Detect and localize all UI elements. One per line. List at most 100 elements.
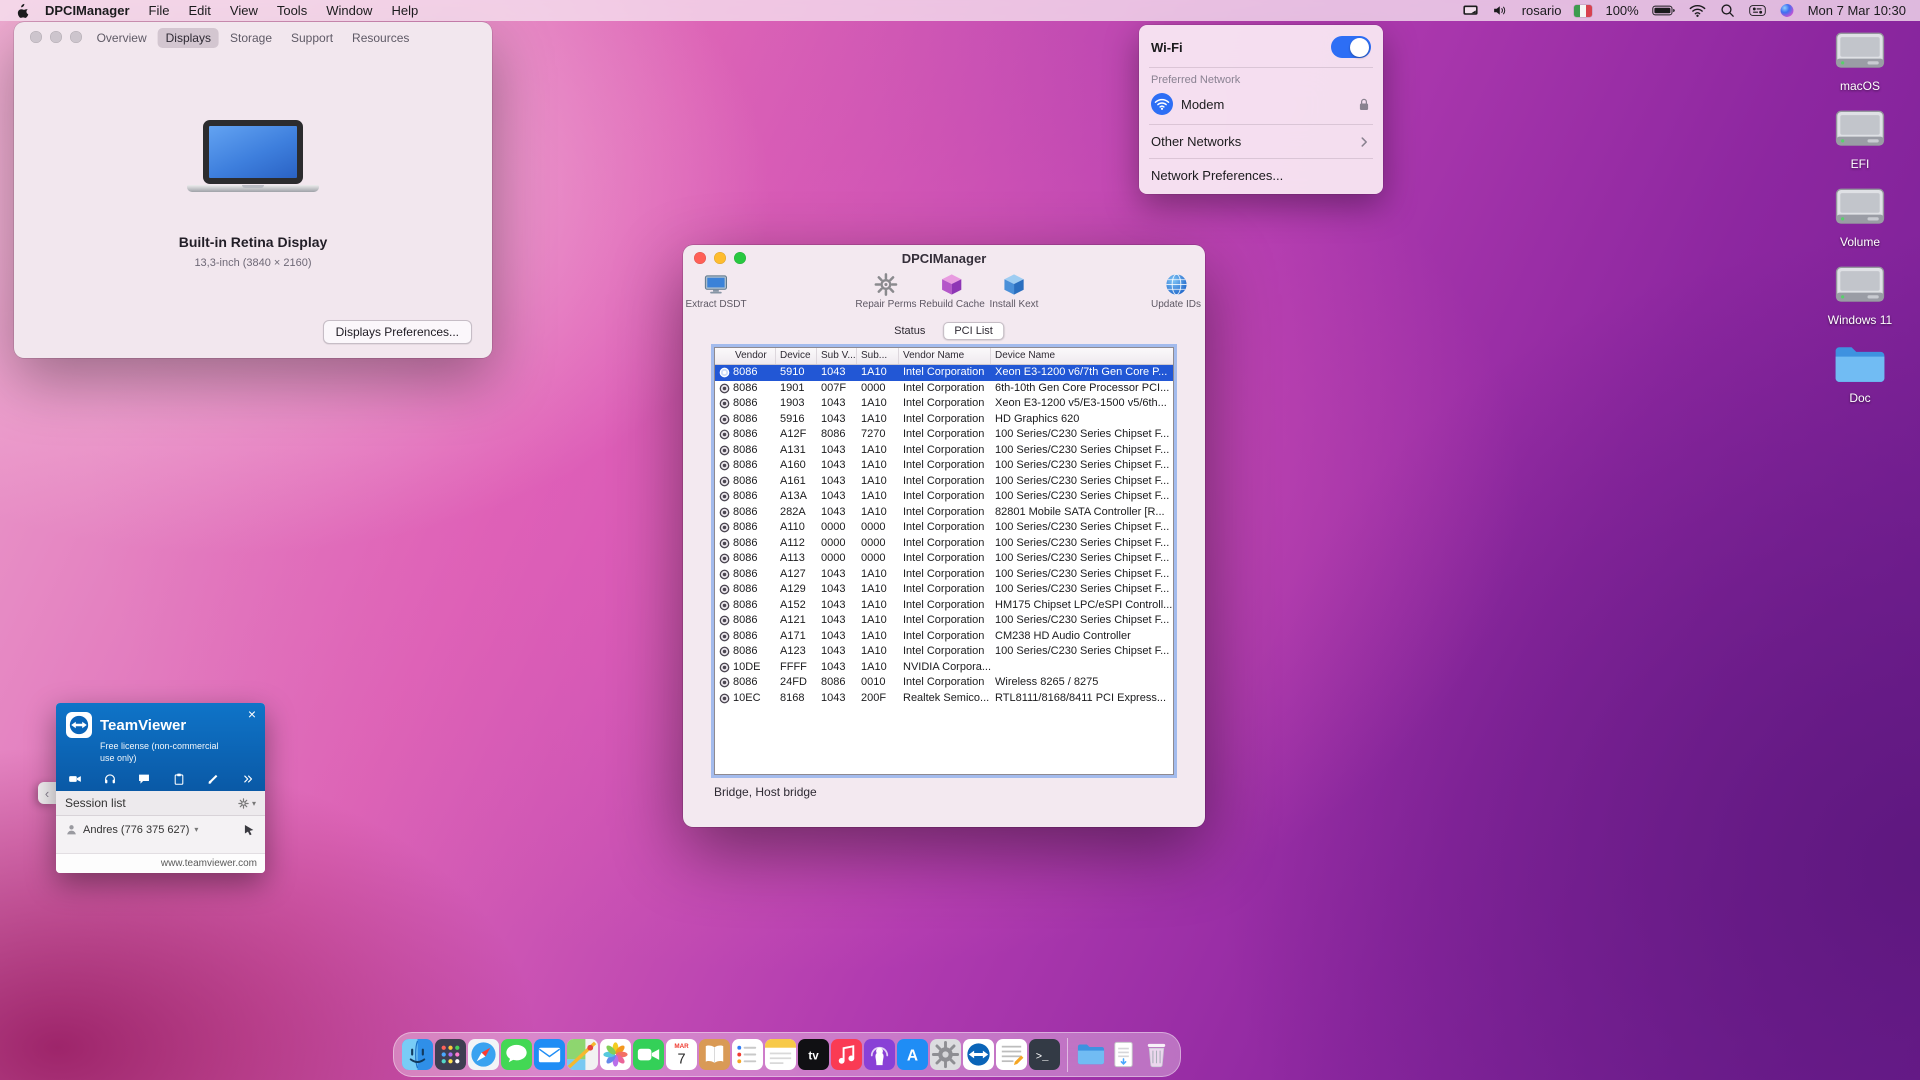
network-item-modem[interactable]: Modem <box>1139 89 1383 119</box>
dock-notes-icon[interactable] <box>765 1039 796 1070</box>
column-header-1[interactable]: Device <box>776 348 817 364</box>
pci-row[interactable]: 808624FD80860010Intel CorporationWireles… <box>715 675 1173 691</box>
dock-maps-icon[interactable] <box>567 1039 598 1070</box>
brush-icon[interactable] <box>206 772 220 786</box>
displays-tab-support[interactable]: Support <box>283 28 341 48</box>
dock-books-icon[interactable] <box>699 1039 730 1070</box>
toolbar-extract-dsdt[interactable]: Extract DSDT <box>685 272 746 310</box>
dock-reminders-icon[interactable] <box>732 1039 763 1070</box>
column-header-5[interactable]: Device Name <box>991 348 1173 364</box>
dock-app-store-icon[interactable]: A <box>897 1039 928 1070</box>
other-networks-item[interactable]: Other Networks <box>1139 130 1383 153</box>
displays-tab-resources[interactable]: Resources <box>344 28 417 48</box>
screen-mirroring-icon[interactable] <box>1462 3 1479 18</box>
spotlight-icon[interactable] <box>1719 3 1736 18</box>
pci-row[interactable]: 8086A12310431A10Intel Corporation100 Ser… <box>715 644 1173 660</box>
displays-tab-displays[interactable]: Displays <box>158 28 219 48</box>
pci-row[interactable]: 8086A13A10431A10Intel Corporation100 Ser… <box>715 489 1173 505</box>
minimize-button[interactable] <box>50 31 62 43</box>
teamviewer-website-link[interactable]: www.teamviewer.com <box>161 858 257 869</box>
siri-icon[interactable] <box>1779 3 1795 18</box>
menu-help[interactable]: Help <box>391 3 418 18</box>
menu-bar-clock[interactable]: Mon 7 Mar 10:30 <box>1808 3 1906 18</box>
pci-row[interactable]: 8086A12710431A10Intel Corporation100 Ser… <box>715 567 1173 583</box>
connect-icon[interactable] <box>242 823 256 837</box>
menu-view[interactable]: View <box>230 3 258 18</box>
user-menu[interactable]: rosario <box>1522 3 1562 18</box>
video-icon[interactable] <box>68 772 82 786</box>
pci-row[interactable]: 8086282A10431A10Intel Corporation82801 M… <box>715 505 1173 521</box>
pci-row[interactable]: 8086A12910431A10Intel Corporation100 Ser… <box>715 582 1173 598</box>
control-center-icon[interactable] <box>1749 3 1766 18</box>
column-header-2[interactable]: Sub V... <box>817 348 857 364</box>
app-menu-title[interactable]: DPCIManager <box>45 3 130 18</box>
pci-row[interactable]: 8086591010431A10Intel CorporationXeon E3… <box>715 365 1173 381</box>
pci-row[interactable]: 10EC81681043200FRealtek Semico...RTL8111… <box>715 691 1173 707</box>
partner-row[interactable]: Andres (776 375 627) ▾ <box>56 816 265 843</box>
pci-row[interactable]: 8086A16110431A10Intel Corporation100 Ser… <box>715 474 1173 490</box>
dock-mail-icon[interactable] <box>534 1039 565 1070</box>
dock-downloads-icon[interactable] <box>1108 1039 1139 1070</box>
toolbar-install-kext[interactable]: Install Kext <box>990 272 1039 310</box>
desktop-icon-doc[interactable]: Doc <box>1808 340 1912 405</box>
dock-photos-icon[interactable] <box>600 1039 631 1070</box>
dock-textedit-icon[interactable] <box>996 1039 1027 1070</box>
network-preferences-item[interactable]: Network Preferences... <box>1139 164 1383 187</box>
dock-podcasts-icon[interactable] <box>864 1039 895 1070</box>
desktop-icon-efi[interactable]: EFI <box>1808 106 1912 171</box>
chat-icon[interactable] <box>137 772 151 786</box>
close-button[interactable] <box>30 31 42 43</box>
dock-trash-icon[interactable] <box>1141 1039 1172 1070</box>
pci-row[interactable]: 80861901007F0000Intel Corporation6th-10t… <box>715 381 1173 397</box>
more-icon[interactable] <box>241 772 255 786</box>
dock-teamviewer-icon[interactable] <box>963 1039 994 1070</box>
battery-icon[interactable] <box>1652 3 1676 18</box>
column-header-0[interactable]: Vendor <box>715 348 776 364</box>
dock-finder-icon[interactable] <box>402 1039 433 1070</box>
session-list-row[interactable]: Session list ▾ <box>56 791 265 816</box>
dock-tv-icon[interactable]: tv <box>798 1039 829 1070</box>
dock-documents-folder-icon[interactable] <box>1075 1039 1106 1070</box>
pci-row[interactable]: 8086A12110431A10Intel Corporation100 Ser… <box>715 613 1173 629</box>
pci-row[interactable]: 8086A12F80867270Intel Corporation100 Ser… <box>715 427 1173 443</box>
displays-tab-overview[interactable]: Overview <box>89 28 155 48</box>
pci-row[interactable]: 8086A11000000000Intel Corporation100 Ser… <box>715 520 1173 536</box>
dock-calendar-icon[interactable]: MAR7 <box>666 1039 697 1070</box>
menu-edit[interactable]: Edit <box>188 3 210 18</box>
displays-tab-storage[interactable]: Storage <box>222 28 280 48</box>
pci-row[interactable]: 8086190310431A10Intel CorporationXeon E3… <box>715 396 1173 412</box>
close-icon[interactable]: × <box>248 707 256 721</box>
pci-row[interactable]: 8086591610431A10Intel CorporationHD Grap… <box>715 412 1173 428</box>
pci-row[interactable]: 8086A16010431A10Intel Corporation100 Ser… <box>715 458 1173 474</box>
toolbar-rebuild-cache[interactable]: Rebuild Cache <box>919 272 985 310</box>
tab-status[interactable]: Status <box>884 323 935 339</box>
dock-console-icon[interactable]: >_ <box>1029 1039 1060 1070</box>
pci-row[interactable]: 10DEFFFF10431A10NVIDIA Corpora... <box>715 660 1173 676</box>
volume-icon[interactable] <box>1492 3 1509 18</box>
pci-row[interactable]: 8086A17110431A10Intel CorporationCM238 H… <box>715 629 1173 645</box>
tab-pci-list[interactable]: PCI List <box>943 322 1004 340</box>
gear-icon[interactable] <box>237 797 250 810</box>
pci-row[interactable]: 8086A11200000000Intel Corporation100 Ser… <box>715 536 1173 552</box>
dock-launchpad-icon[interactable] <box>435 1039 466 1070</box>
column-header-4[interactable]: Vendor Name <box>899 348 991 364</box>
dock-system-preferences-icon[interactable] <box>930 1039 961 1070</box>
headset-icon[interactable] <box>103 772 117 786</box>
pci-row[interactable]: 8086A11300000000Intel Corporation100 Ser… <box>715 551 1173 567</box>
desktop-icon-windows-11[interactable]: Windows 11 <box>1808 262 1912 327</box>
pci-row[interactable]: 8086A15210431A10Intel CorporationHM175 C… <box>715 598 1173 614</box>
menu-window[interactable]: Window <box>326 3 372 18</box>
desktop-icon-macos[interactable]: macOS <box>1808 28 1912 93</box>
menu-tools[interactable]: Tools <box>277 3 307 18</box>
pci-row[interactable]: 8086A13110431A10Intel Corporation100 Ser… <box>715 443 1173 459</box>
teamviewer-collapse-handle[interactable]: ‹ <box>38 782 56 804</box>
dock-facetime-icon[interactable] <box>633 1039 664 1070</box>
menu-file[interactable]: File <box>149 3 170 18</box>
input-language-flag-icon[interactable] <box>1574 5 1592 17</box>
dock-messages-icon[interactable] <box>501 1039 532 1070</box>
zoom-button[interactable] <box>70 31 82 43</box>
apple-menu-icon[interactable] <box>14 3 29 19</box>
desktop-icon-volume[interactable]: Volume <box>1808 184 1912 249</box>
column-header-3[interactable]: Sub... <box>857 348 899 364</box>
toolbar-update-ids[interactable]: Update IDs <box>1151 272 1201 310</box>
